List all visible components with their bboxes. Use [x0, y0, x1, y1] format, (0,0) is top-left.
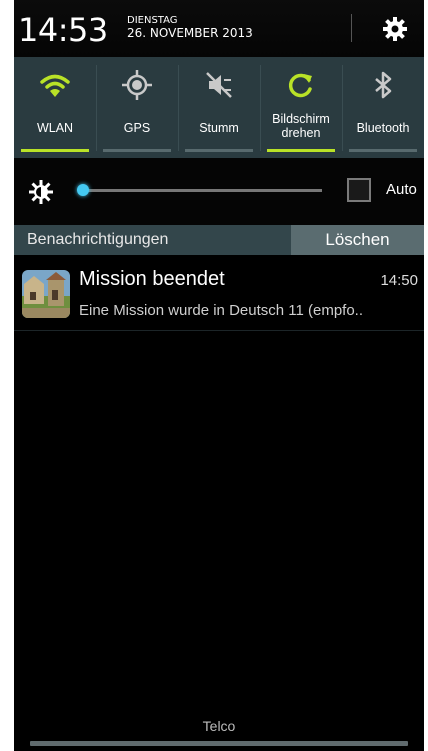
- toggle-bluetooth[interactable]: Bluetooth: [342, 57, 424, 158]
- toggle-gps[interactable]: GPS: [96, 57, 178, 158]
- toggle-indicator: [103, 149, 171, 152]
- toggle-label-line2: drehen: [281, 126, 321, 140]
- toggle-mute[interactable]: Stumm: [178, 57, 260, 158]
- gear-icon[interactable]: [380, 14, 410, 44]
- notification-item[interactable]: Mission beendet 14:50 Eine Mission wurde…: [14, 258, 424, 331]
- clock-time: 14:53: [18, 11, 108, 49]
- header-divider: [351, 14, 352, 42]
- brightness-slider-thumb[interactable]: [76, 184, 89, 196]
- notifications-title: Benachrichtigungen: [27, 231, 169, 248]
- clear-button[interactable]: Löschen: [291, 225, 424, 255]
- toggle-indicator: [267, 149, 335, 152]
- app-icon: [22, 270, 70, 318]
- toggle-indicator: [185, 149, 253, 152]
- toggle-label: WLAN: [36, 121, 74, 135]
- weekday-label: DIENSTAG: [127, 15, 178, 26]
- notification-text: Eine Mission wurde in Deutsch 11 (empfo.…: [79, 302, 364, 319]
- toggle-label: GPS: [123, 121, 151, 135]
- auto-brightness-label: Auto: [386, 181, 417, 198]
- brightness-icon: [29, 180, 53, 204]
- notifications-header: Benachrichtigungen Löschen: [14, 225, 424, 255]
- toggle-label-line1: Bildschirm: [272, 112, 330, 126]
- auto-brightness-checkbox[interactable]: [347, 178, 371, 202]
- carrier-label: Telco: [202, 718, 236, 734]
- toggle-indicator: [21, 149, 89, 152]
- toggle-label: Bildschirm drehen: [260, 112, 342, 140]
- bluetooth-icon: [375, 71, 392, 99]
- brightness-row: Auto: [14, 158, 424, 225]
- date-label: 26. NOVEMBER 2013: [127, 26, 253, 40]
- wifi-icon: [40, 74, 70, 97]
- panel-drag-handle[interactable]: [30, 741, 408, 746]
- quick-toggles: WLAN GPS Stumm Bildschirm drehen Bluetoo…: [14, 57, 424, 158]
- mute-icon: [206, 72, 232, 98]
- notification-time: 14:50: [380, 272, 418, 289]
- status-header: 14:53 DIENSTAG 26. NOVEMBER 2013: [14, 0, 424, 57]
- notification-title: Mission beendet: [79, 268, 225, 290]
- toggle-label: Bluetooth: [356, 121, 410, 135]
- brightness-slider[interactable]: [78, 189, 322, 192]
- gps-icon: [122, 70, 152, 100]
- toggle-indicator: [349, 149, 417, 152]
- date-block: DIENSTAG 26. NOVEMBER 2013: [127, 15, 253, 40]
- toggle-wlan[interactable]: WLAN: [14, 57, 96, 158]
- toggle-rotate[interactable]: Bildschirm drehen: [260, 57, 342, 158]
- toggle-label: Stumm: [199, 121, 239, 135]
- rotate-icon: [288, 73, 312, 98]
- notification-panel: 14:53 DIENSTAG 26. NOVEMBER 2013 WLAN GP…: [14, 0, 424, 751]
